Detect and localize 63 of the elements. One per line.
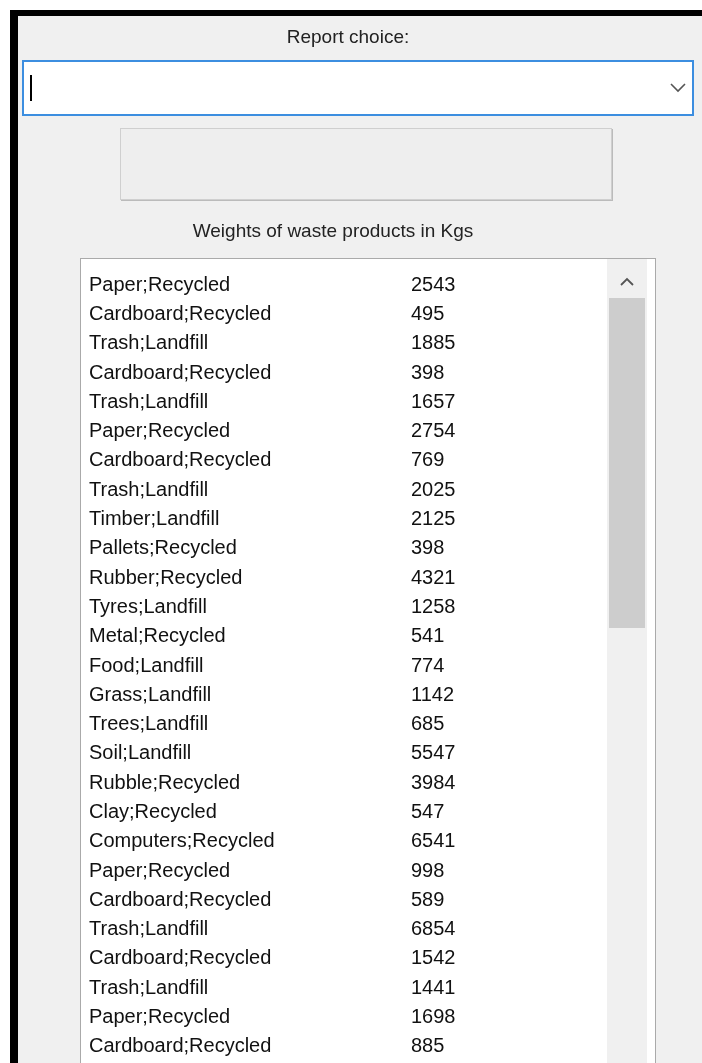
report-dropdown[interactable]: [22, 60, 694, 116]
item-cell-text: Trash;Landfill: [89, 974, 210, 1000]
item-cell-text: Cardboard;Recycled: [89, 447, 273, 473]
weight-cell-text: 398: [411, 535, 445, 561]
item-cell-text: Trash;Landfill: [89, 388, 210, 414]
weight-cell-text: 769: [411, 447, 445, 473]
report-choice-label: Report choice:: [286, 25, 410, 49]
weight-cell-text: 589: [411, 886, 445, 912]
text-cursor: [30, 75, 32, 101]
weight-cell-text: 2543: [411, 271, 456, 297]
item-cell-text: Rubber;Recycled: [89, 564, 244, 590]
weight-cell-text: 2125: [411, 506, 456, 532]
weight-cell-text: 1441: [411, 974, 456, 1000]
weight-cell-text: 998: [411, 857, 445, 883]
scroll-up-icon[interactable]: [620, 277, 634, 286]
item-cell-text: Pallets;Recycled: [89, 535, 238, 561]
weight-cell-text: 6541: [411, 828, 456, 854]
weight-cell-text: 2025: [411, 476, 456, 502]
weight-cell-text: 495: [411, 300, 445, 326]
weight-cell-text: 6854: [411, 916, 456, 942]
weight-cell-text: 1885: [411, 330, 456, 356]
weight-cell-text: 1657: [411, 388, 456, 414]
weight-cell-text: 541: [411, 623, 445, 649]
weight-cell-text: 685: [411, 711, 445, 737]
weight-cell-text: 1698: [411, 1004, 456, 1030]
item-cell-text: Cardboard;Recycled: [89, 300, 273, 326]
item-cell-text: Trash;Landfill: [89, 916, 210, 942]
weight-cell-text: 774: [411, 652, 445, 678]
item-cell-text: Paper;Recycled: [89, 418, 232, 444]
weights-listbox[interactable]: [80, 258, 656, 1063]
item-cell-text: Clay;Recycled: [89, 799, 218, 824]
item-cell-text: Paper;Recycled: [89, 857, 232, 883]
weight-cell-text: 5547: [411, 740, 456, 766]
chevron-down-icon: [670, 83, 686, 93]
weight-cell-text: 1542: [411, 945, 456, 971]
weight-cell-text: 1142: [411, 681, 454, 707]
weight-cell-text: 3984: [411, 769, 456, 795]
weight-cell-text: 398: [411, 359, 445, 385]
weight-cell-text: 1258: [411, 593, 456, 619]
item-cell-text: Paper;Recycled: [89, 271, 232, 297]
item-cell-text: Rubble;Recycled: [89, 769, 242, 795]
item-cell-text: Cardboard;Recycled: [89, 359, 273, 385]
scroll-thumb[interactable]: [609, 298, 645, 628]
weight-cell-text: 2754: [411, 418, 456, 444]
list-label: Weights of waste products in Kgs: [192, 219, 474, 243]
item-cell-text: Soil;Landfill: [89, 740, 193, 766]
item-cell-text: Tyres;Landfill: [89, 593, 208, 619]
weight-cell-text: 885: [411, 1033, 445, 1059]
weight-cell-text: 4321: [411, 564, 456, 590]
weight-cell-text: 547: [411, 799, 445, 824]
item-cell-text: Trash;Landfill: [89, 476, 210, 502]
item-cell-text: Timber;Landfill: [89, 506, 221, 532]
item-cell-text: Cardboard;Recycled: [89, 1033, 273, 1059]
item-cell-text: Computers;Recycled: [89, 828, 276, 854]
item-cell-text: Metal;Recycled: [89, 623, 227, 649]
scrollbar[interactable]: [607, 259, 647, 1063]
item-cell-text: Cardboard;Recycled: [89, 886, 273, 912]
item-cell-text: Trash;Landfill: [89, 330, 210, 356]
item-cell-text: Cardboard;Recycled: [89, 945, 273, 971]
item-cell-text: Trees;Landfill: [89, 711, 210, 737]
item-cell-text: Food;Landfill: [89, 652, 205, 678]
item-cell-text: Paper;Recycled: [89, 1004, 232, 1030]
item-cell-text: Grass;Landfill: [89, 681, 213, 707]
